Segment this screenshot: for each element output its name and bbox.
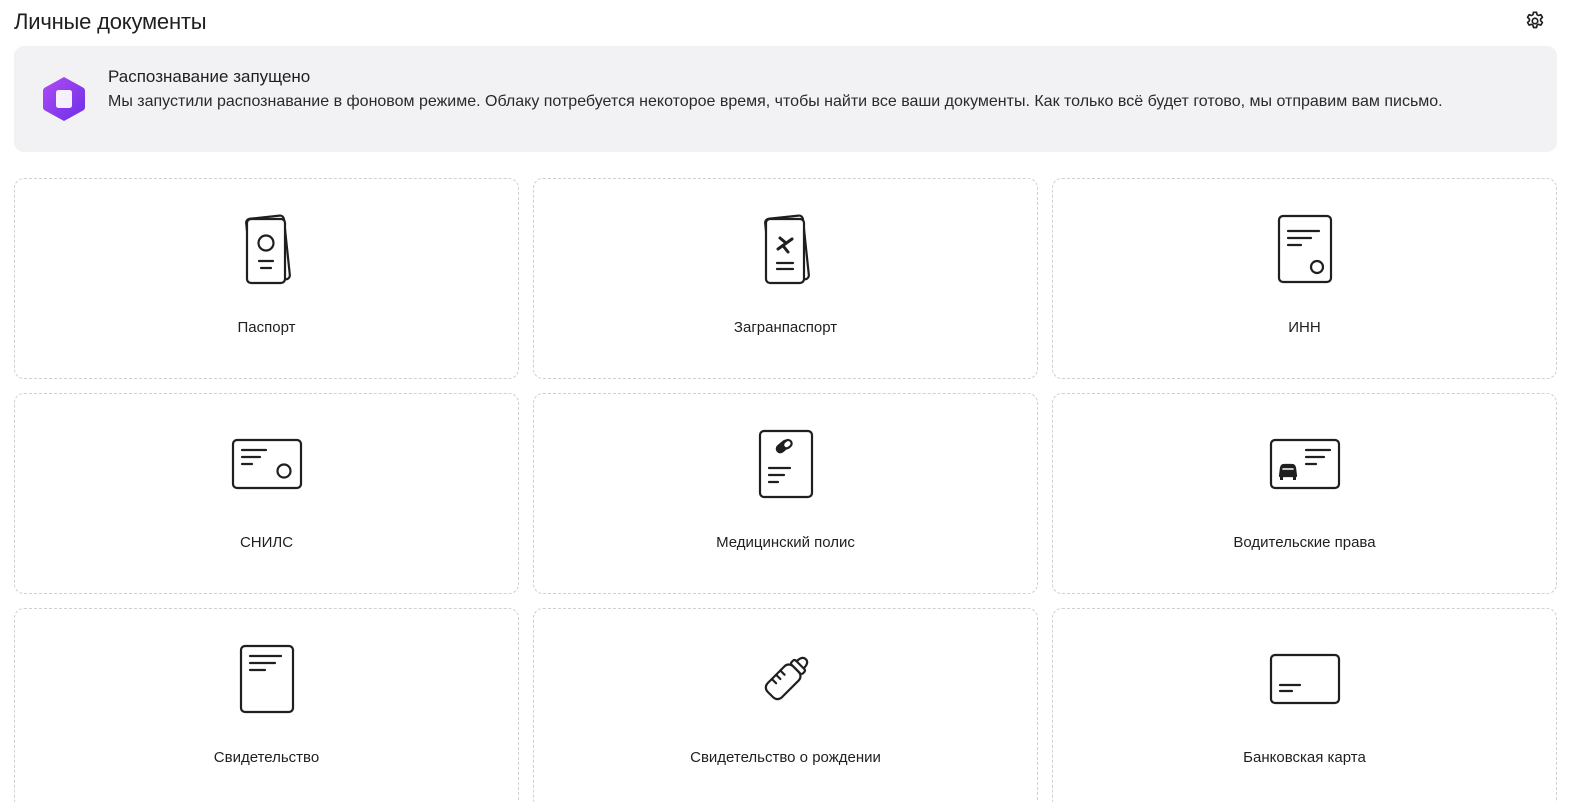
gear-icon — [1524, 10, 1546, 37]
document-card-snils[interactable]: СНИЛС — [14, 393, 519, 594]
document-label: Водительские права — [1233, 534, 1376, 551]
page-title: Личные документы — [14, 9, 207, 34]
document-card-medical-policy[interactable]: Медицинский полис — [533, 393, 1038, 594]
personal-documents-page: Личные документы Распознавание запущено … — [0, 0, 1570, 802]
documents-grid: Паспорт Загранпаспорт ИНН СНИЛС Медицинс… — [14, 178, 1557, 802]
driver-license-icon — [1265, 427, 1345, 501]
document-card-inn[interactable]: ИНН — [1052, 178, 1557, 379]
document-label: Загранпаспорт — [733, 319, 838, 336]
baby-bottle-icon — [746, 642, 826, 716]
document-card-international-passport[interactable]: Загранпаспорт — [533, 178, 1038, 379]
medical-policy-icon — [746, 427, 826, 501]
document-card-bank-card[interactable]: Банковская карта — [1052, 608, 1557, 802]
inn-document-icon — [1265, 212, 1345, 286]
banner-text: Мы запустили распознавание в фоновом реж… — [108, 93, 1443, 110]
document-label: Банковская карта — [1243, 749, 1366, 766]
document-label: ИНН — [1288, 319, 1321, 336]
document-label: Медицинский полис — [716, 534, 855, 551]
document-card-birth-certificate[interactable]: Свидетельство о рождении — [533, 608, 1038, 802]
international-passport-icon — [746, 212, 826, 286]
document-card-certificate[interactable]: Свидетельство — [14, 608, 519, 802]
settings-button[interactable] — [1522, 10, 1548, 36]
document-label: СНИЛС — [239, 534, 294, 551]
snils-card-icon — [227, 427, 307, 501]
certificate-icon — [227, 642, 307, 716]
document-label: Свидетельство о рождении — [690, 749, 881, 766]
banner-title: Распознавание запущено — [108, 67, 311, 86]
recognition-hexagon-icon — [41, 75, 87, 123]
document-card-passport[interactable]: Паспорт — [14, 178, 519, 379]
document-label: Паспорт — [237, 319, 296, 336]
passport-icon — [227, 212, 307, 286]
document-label: Свидетельство — [213, 749, 320, 766]
bank-card-icon — [1265, 642, 1345, 716]
document-card-driver-license[interactable]: Водительские права — [1052, 393, 1557, 594]
recognition-banner: Распознавание запущено Мы запустили расп… — [14, 46, 1557, 152]
